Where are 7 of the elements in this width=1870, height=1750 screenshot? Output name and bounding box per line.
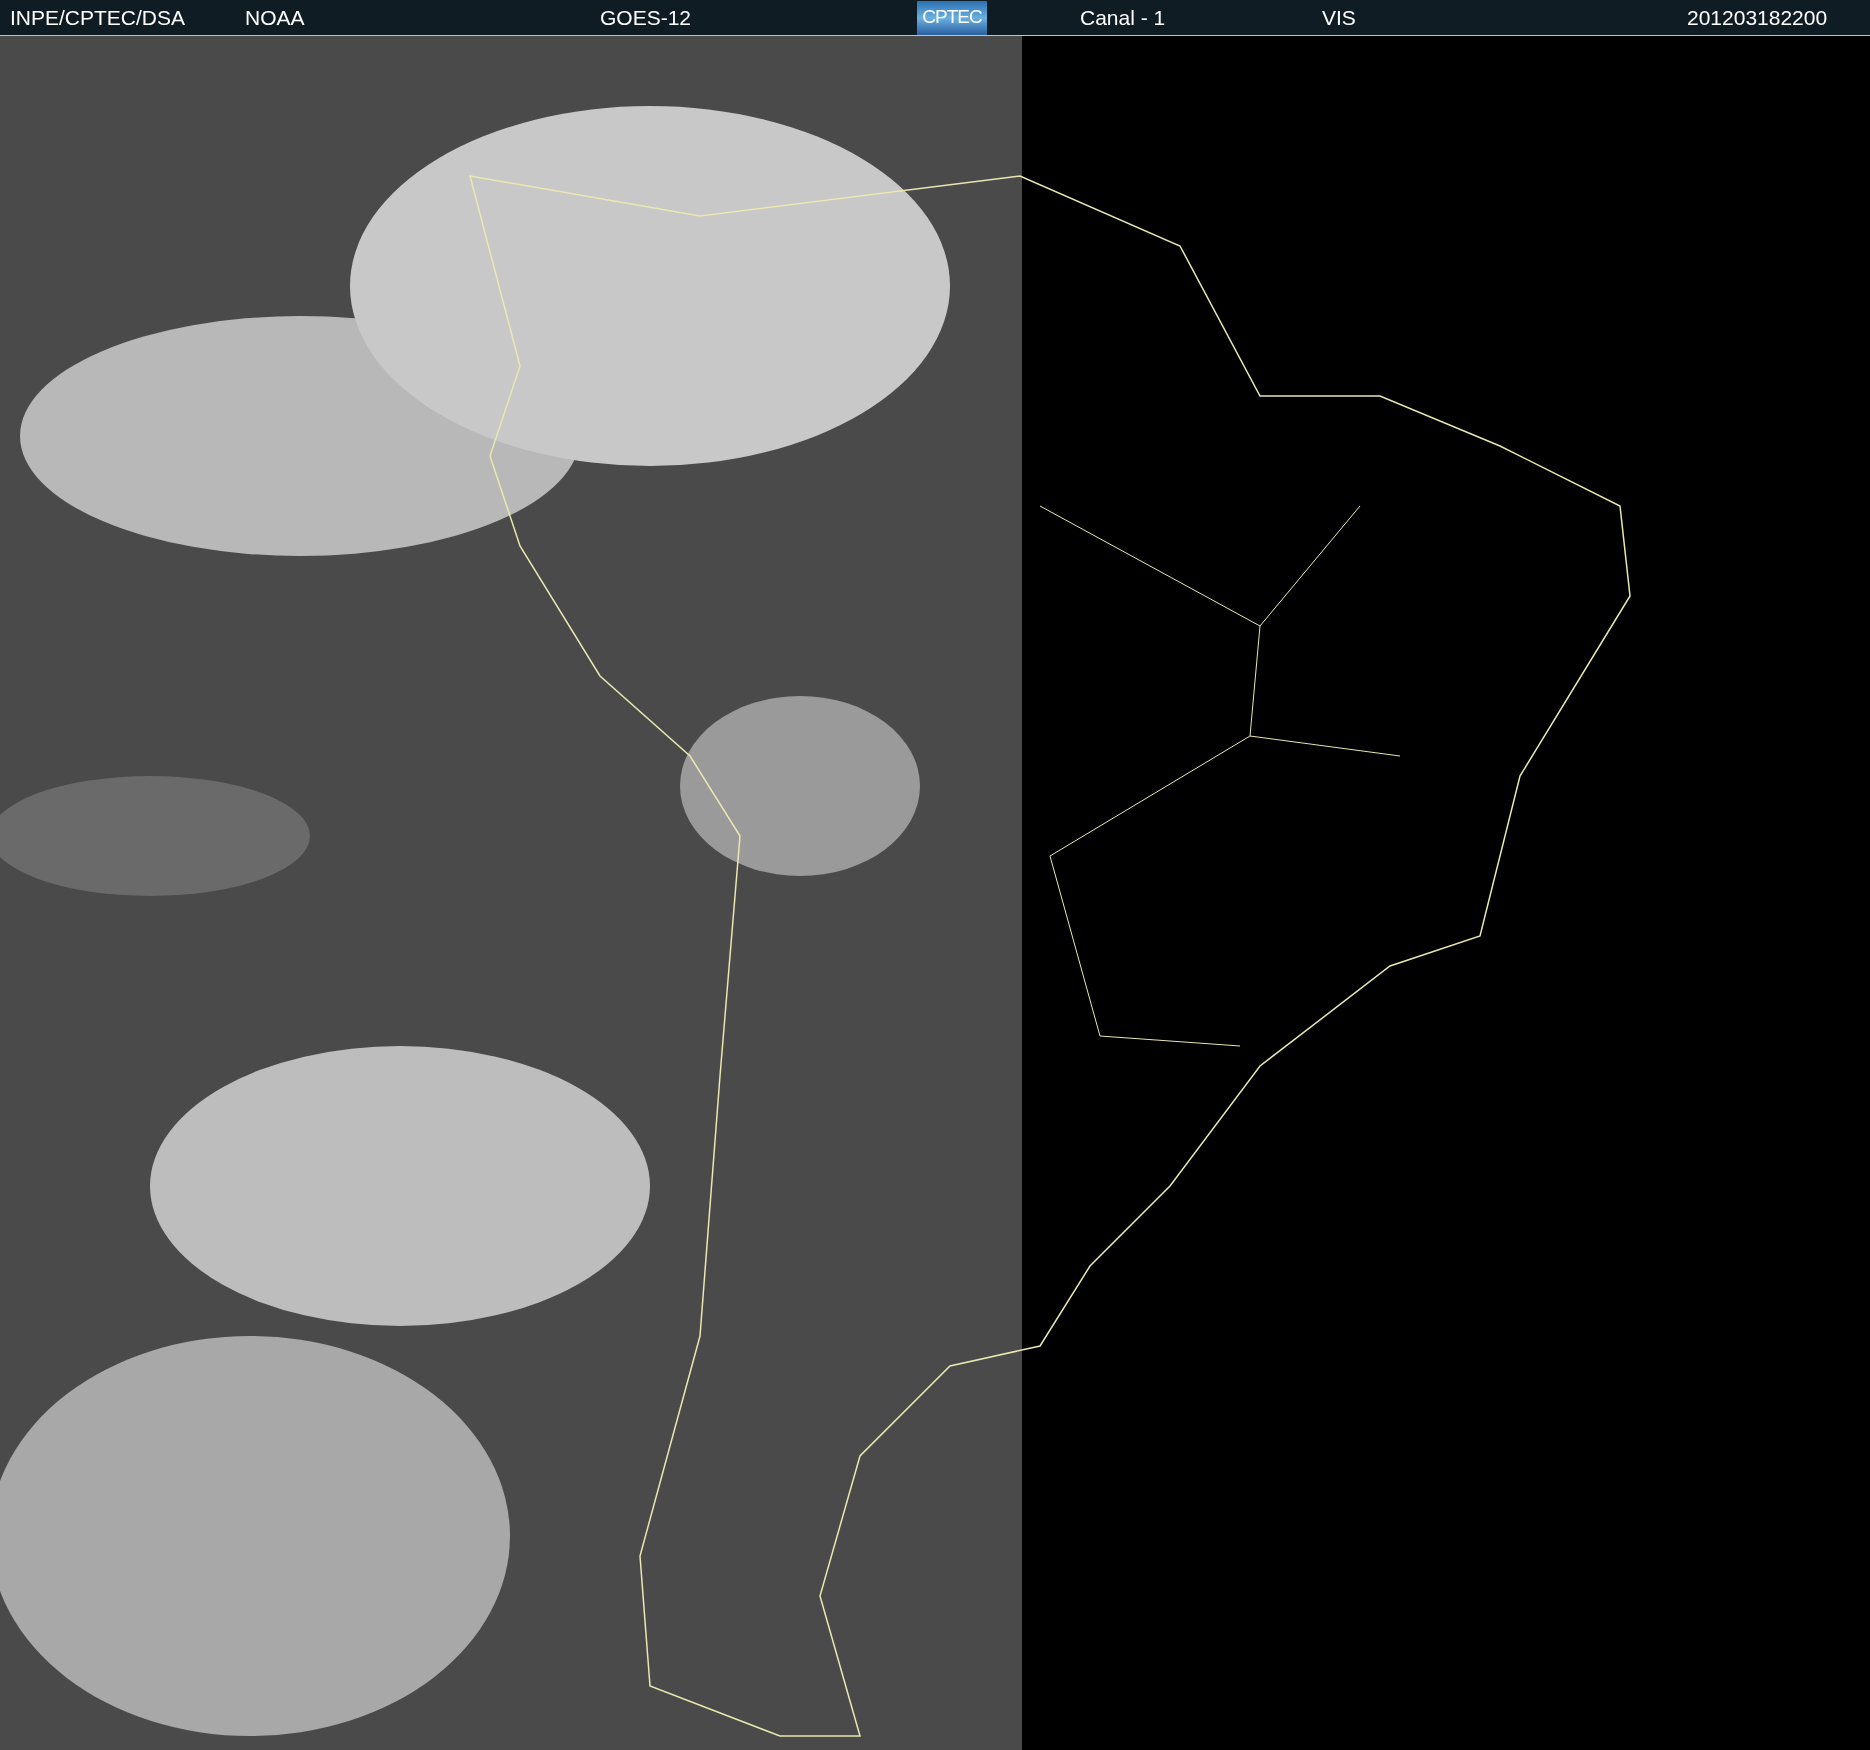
logo: CPTEC (917, 0, 987, 35)
timestamp-label: 201203182200 (1687, 4, 1828, 31)
satellite-label: GOES-12 (600, 4, 693, 31)
agency-label: INPE/CPTEC/DSA (10, 4, 187, 31)
channel-label: Canal - 1 (1080, 4, 1167, 31)
source-label: NOAA (245, 4, 306, 31)
band-label: VIS (1322, 4, 1357, 31)
